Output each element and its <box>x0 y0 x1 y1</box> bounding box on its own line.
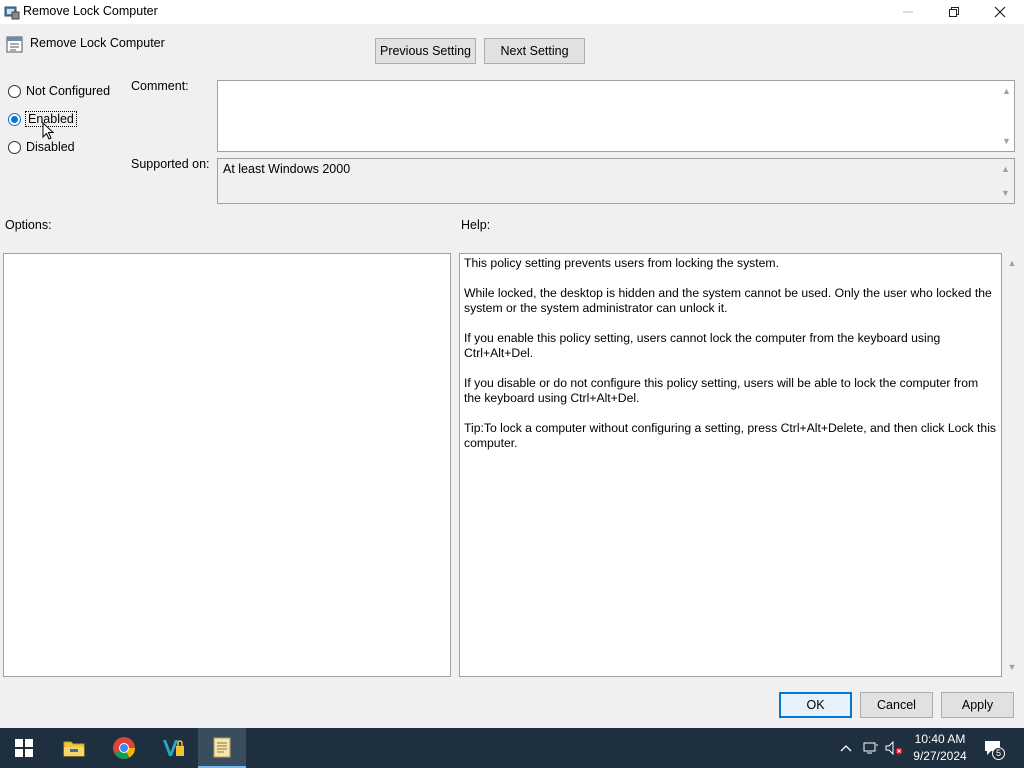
options-label: Options: <box>5 218 52 232</box>
policy-setting-icon <box>6 36 23 53</box>
notepad-icon <box>213 737 231 758</box>
notepad-button[interactable] <box>198 728 246 768</box>
comment-label: Comment: <box>131 79 189 93</box>
windows-logo-icon <box>15 739 33 757</box>
title-bar: Remove Lock Computer <box>0 0 1024 24</box>
scroll-up-icon[interactable]: ▲ <box>1004 255 1020 271</box>
file-explorer-button[interactable] <box>50 728 98 768</box>
close-icon <box>994 6 1006 18</box>
mouse-cursor-icon <box>42 121 55 144</box>
window-title: Remove Lock Computer <box>23 4 158 18</box>
policy-name: Remove Lock Computer <box>30 36 165 50</box>
network-tray-button[interactable] <box>861 738 881 758</box>
radio-circle[interactable] <box>8 84 21 98</box>
scroll-down-icon[interactable]: ▼ <box>1004 659 1020 675</box>
chevron-up-icon <box>840 745 852 752</box>
dialog-scrollbar[interactable]: ▲ ▼ <box>1004 253 1020 677</box>
clock[interactable]: 10:40 AM 9/27/2024 <box>905 731 975 765</box>
scroll-up-icon[interactable]: ▲ <box>998 83 1015 99</box>
volume-tray-button[interactable] <box>884 738 904 758</box>
radio-label: Not Configured <box>26 84 111 98</box>
supported-on-value: At least Windows 2000 <box>223 162 351 176</box>
show-hidden-icons-button[interactable] <box>836 738 856 758</box>
previous-setting-button[interactable]: Previous Setting <box>375 38 476 64</box>
scroll-down-icon[interactable]: ▼ <box>998 133 1015 149</box>
file-explorer-icon <box>63 741 85 757</box>
network-icon <box>863 742 878 754</box>
restore-icon <box>949 7 959 17</box>
help-panel: This policy setting prevents users from … <box>459 253 1002 677</box>
chrome-button[interactable] <box>100 728 148 768</box>
volume-muted-icon <box>885 741 903 755</box>
help-paragraph: This policy setting prevents users from … <box>464 256 779 270</box>
clock-date: 9/27/2024 <box>913 749 967 763</box>
scroll-down-icon[interactable]: ▼ <box>997 185 1014 201</box>
radio-not-configured[interactable]: Not Configured <box>8 82 110 100</box>
supported-on-box: At least Windows 2000 ▲ ▼ <box>217 158 1015 204</box>
next-setting-button[interactable]: Next Setting <box>484 38 585 64</box>
help-paragraph: If you enable this policy setting, users… <box>464 331 941 360</box>
help-label: Help: <box>461 218 491 232</box>
restore-button[interactable] <box>931 0 977 24</box>
options-panel <box>3 253 451 677</box>
help-paragraph: Tip:To lock a computer without configuri… <box>464 421 996 450</box>
notification-count-badge: 5 <box>992 747 1005 760</box>
radio-circle[interactable] <box>8 140 21 154</box>
ok-button[interactable]: OK <box>779 692 852 718</box>
help-paragraph: If you disable or do not configure this … <box>464 376 979 405</box>
close-button[interactable] <box>977 0 1023 24</box>
help-paragraph: While locked, the desktop is hidden and … <box>464 286 992 315</box>
minimize-icon <box>903 11 913 13</box>
minimize-button[interactable] <box>885 0 931 24</box>
cancel-button[interactable]: Cancel <box>860 692 933 718</box>
help-text: This policy setting prevents users from … <box>464 256 997 466</box>
scroll-up-icon[interactable]: ▲ <box>997 161 1014 177</box>
comment-scrollbar[interactable]: ▲ ▼ <box>998 81 1014 151</box>
vs-code-button[interactable] <box>149 728 197 768</box>
supported-scrollbar[interactable]: ▲ ▼ <box>997 159 1014 203</box>
clock-time: 10:40 AM <box>914 732 966 746</box>
start-button[interactable] <box>0 728 48 768</box>
group-policy-app-icon <box>4 4 20 20</box>
apply-button[interactable]: Apply <box>941 692 1014 718</box>
comment-textarea[interactable] <box>217 80 1015 152</box>
supported-on-label: Supported on: <box>131 157 210 171</box>
chrome-icon <box>113 737 135 759</box>
vs-code-icon <box>163 740 184 756</box>
taskbar: 10:40 AM 9/27/2024 5 <box>0 728 1024 768</box>
action-center-button[interactable]: 5 <box>980 736 1006 760</box>
radio-circle[interactable] <box>8 112 21 126</box>
